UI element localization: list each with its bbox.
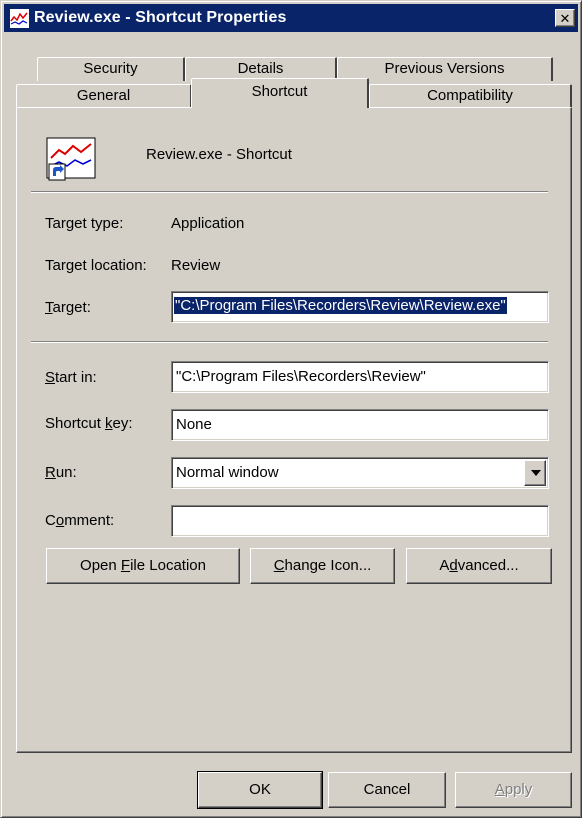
open-file-location-button[interactable]: Open File Location xyxy=(46,548,240,584)
comment-label: Comment: xyxy=(45,512,115,529)
app-icon xyxy=(10,9,29,28)
run-select[interactable]: Normal window xyxy=(171,457,549,489)
tab-previous-versions[interactable]: Previous Versions xyxy=(337,57,553,81)
target-location-label: Target location: xyxy=(45,257,147,274)
tab-label: Compatibility xyxy=(427,87,513,104)
tab-general[interactable]: General xyxy=(16,84,192,108)
shortcut-key-field[interactable]: None xyxy=(171,409,549,441)
shortcut-key-label: Shortcut key: xyxy=(45,415,133,432)
run-label: Run: xyxy=(45,464,77,481)
apply-button[interactable]: Apply xyxy=(455,772,572,808)
tab-label: Details xyxy=(237,60,284,77)
start-in-label: Start in: xyxy=(45,369,97,386)
tab-label: Shortcut xyxy=(251,83,308,100)
target-label: Target: xyxy=(45,299,91,316)
tab-security[interactable]: Security xyxy=(37,57,185,81)
start-in-field[interactable]: "C:\Program Files\Recorders\Review" xyxy=(171,361,549,393)
ok-button[interactable]: OK xyxy=(197,771,323,809)
tab-shortcut[interactable]: Shortcut xyxy=(191,78,369,108)
target-type-value: Application xyxy=(171,215,245,232)
window-title: Review.exe - Shortcut Properties xyxy=(34,9,287,26)
target-type-label: Target type: xyxy=(45,215,124,232)
shortcut-name: Review.exe - Shortcut xyxy=(146,146,292,163)
tab-label: General xyxy=(76,87,131,104)
change-icon-button[interactable]: Change Icon... xyxy=(250,548,395,584)
chevron-down-icon[interactable] xyxy=(524,460,546,486)
run-selected-value: Normal window xyxy=(176,464,279,481)
comment-field[interactable] xyxy=(171,505,549,537)
properties-dialog: Review.exe - Shortcut Properties ✕ Secur… xyxy=(0,0,582,818)
tab-label: Security xyxy=(83,60,138,77)
target-location-value: Review xyxy=(171,257,221,274)
separator xyxy=(31,191,548,193)
close-button[interactable]: ✕ xyxy=(555,9,575,27)
target-value: "C:\Program Files\Recorders\Review\Revie… xyxy=(174,297,507,314)
title-bar[interactable]: Review.exe - Shortcut Properties ✕ xyxy=(4,4,578,32)
tab-compatibility[interactable]: Compatibility xyxy=(369,84,572,108)
cancel-button[interactable]: Cancel xyxy=(328,772,446,808)
separator xyxy=(31,341,548,343)
target-field[interactable]: "C:\Program Files\Recorders\Review\Revie… xyxy=(171,291,549,323)
advanced-button[interactable]: Advanced... xyxy=(406,548,552,584)
chart-shortcut-icon xyxy=(46,137,96,181)
tab-label: Previous Versions xyxy=(384,60,505,77)
